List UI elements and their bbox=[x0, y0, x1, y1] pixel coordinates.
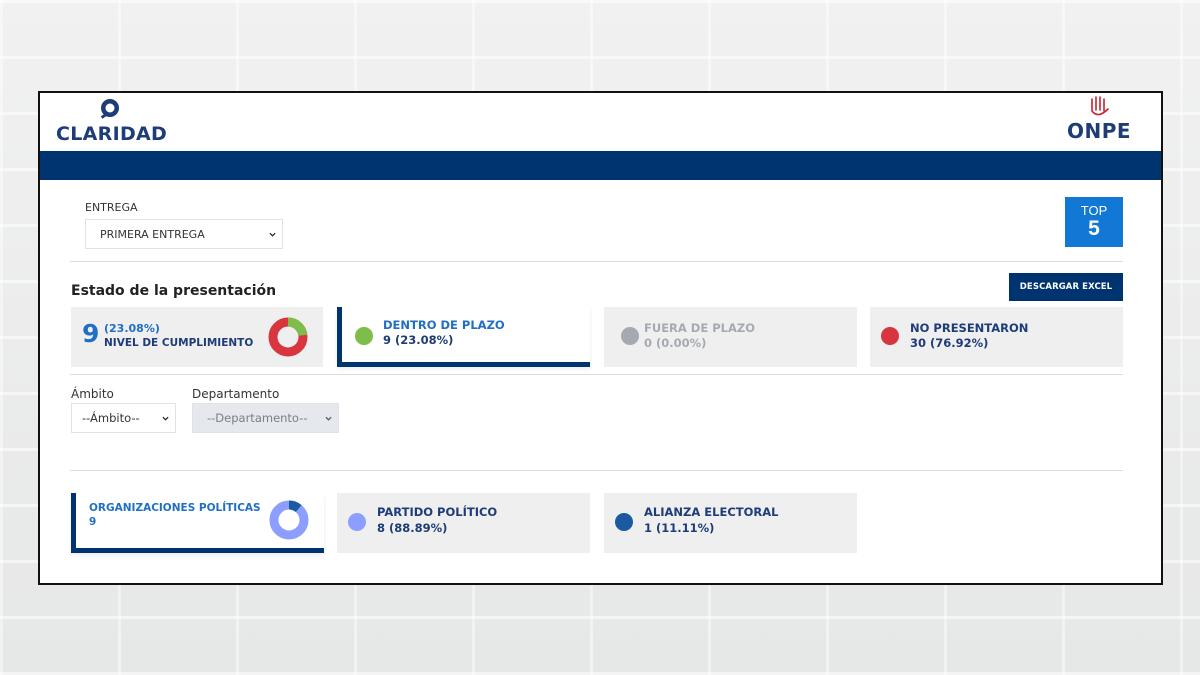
onpe-logo-text: ONPE bbox=[1067, 119, 1132, 143]
divider bbox=[70, 374, 1123, 375]
alianza-title: ALIANZA ELECTORAL bbox=[644, 505, 779, 519]
entrega-select-value: PRIMERA ENTREGA bbox=[100, 228, 205, 241]
top-label: TOP bbox=[1080, 203, 1108, 218]
alianza-electoral-card[interactable]: ALIANZA ELECTORAL 1 (11.11%) bbox=[604, 493, 857, 553]
departamento-select-value: --Departamento-- bbox=[207, 411, 308, 425]
descargar-excel-button[interactable]: DESCARGAR EXCEL bbox=[1009, 273, 1123, 301]
departamento-label: Departamento bbox=[192, 387, 280, 401]
dentro-plazo-card[interactable]: DENTRO DE PLAZO 9 (23.08%) bbox=[337, 307, 590, 367]
onpe-hand-icon bbox=[1091, 96, 1109, 116]
top-number: 5 bbox=[1088, 217, 1100, 240]
lavender-status-dot bbox=[348, 513, 366, 531]
nivel-cumplimiento-card[interactable]: 9 (23.08%) NIVEL DE CUMPLIMIENTO bbox=[71, 307, 323, 367]
no-presentaron-card[interactable]: NO PRESENTARON 30 (76.92%) bbox=[870, 307, 1123, 367]
estado-title: Estado de la presentación bbox=[71, 283, 277, 299]
nivel-count: 9 bbox=[82, 319, 100, 348]
chevron-down-icon bbox=[162, 416, 169, 421]
header: CLARIDAD ONPE bbox=[40, 93, 1161, 151]
divider bbox=[70, 470, 1123, 471]
entrega-select[interactable]: PRIMERA ENTREGA bbox=[85, 219, 283, 249]
chevron-down-icon bbox=[269, 232, 276, 237]
red-status-dot bbox=[881, 327, 899, 345]
ambito-select-value: --Ámbito-- bbox=[82, 411, 140, 425]
grey-status-dot bbox=[621, 327, 639, 345]
claridad-magnifier-icon bbox=[100, 99, 119, 119]
dashboard-frame: CLARIDAD ONPE ENTREGA PRIMERA ENTREGA TO… bbox=[38, 91, 1163, 585]
partido-value: 8 (88.89%) bbox=[377, 521, 448, 535]
header-bar bbox=[40, 151, 1161, 180]
fuera-plazo-card[interactable]: FUERA DE PLAZO 0 (0.00%) bbox=[604, 307, 857, 367]
dentro-value: 9 (23.08%) bbox=[383, 333, 454, 347]
organizaciones-title: ORGANIZACIONES POLÍTICAS bbox=[89, 502, 261, 514]
claridad-logo-text: CLARIDAD bbox=[56, 123, 168, 145]
partido-title: PARTIDO POLÍTICO bbox=[377, 505, 498, 519]
green-status-dot bbox=[355, 327, 373, 345]
no-presentaron-title: NO PRESENTARON bbox=[910, 321, 1029, 335]
navy-status-dot bbox=[615, 513, 633, 531]
entrega-label: ENTREGA bbox=[85, 201, 138, 214]
fuera-title: FUERA DE PLAZO bbox=[644, 321, 755, 335]
nivel-percent: (23.08%) bbox=[104, 322, 160, 335]
no-presentaron-value: 30 (76.92%) bbox=[910, 336, 989, 350]
chevron-down-icon bbox=[325, 416, 332, 421]
nivel-label: NIVEL DE CUMPLIMIENTO bbox=[104, 337, 254, 349]
departamento-select[interactable]: --Departamento-- bbox=[192, 403, 339, 433]
divider bbox=[70, 261, 1123, 262]
alianza-value: 1 (11.11%) bbox=[644, 521, 715, 535]
partido-politico-card[interactable]: PARTIDO POLÍTICO 8 (88.89%) bbox=[337, 493, 590, 553]
claridad-logo[interactable]: CLARIDAD bbox=[56, 97, 196, 149]
dentro-title: DENTRO DE PLAZO bbox=[383, 318, 505, 332]
top-5-button[interactable]: TOP 5 bbox=[1065, 197, 1123, 247]
fuera-value: 0 (0.00%) bbox=[644, 336, 707, 350]
nivel-donut bbox=[268, 317, 308, 357]
entrega-filter: ENTREGA PRIMERA ENTREGA bbox=[85, 201, 283, 249]
ambito-label: Ámbito bbox=[71, 387, 114, 401]
organizaciones-donut bbox=[269, 500, 309, 540]
ambito-select[interactable]: --Ámbito-- bbox=[71, 403, 176, 433]
organizaciones-value: 9 bbox=[89, 516, 97, 528]
onpe-logo[interactable]: ONPE bbox=[1067, 95, 1139, 147]
organizaciones-card[interactable]: ORGANIZACIONES POLÍTICAS 9 bbox=[71, 493, 324, 553]
